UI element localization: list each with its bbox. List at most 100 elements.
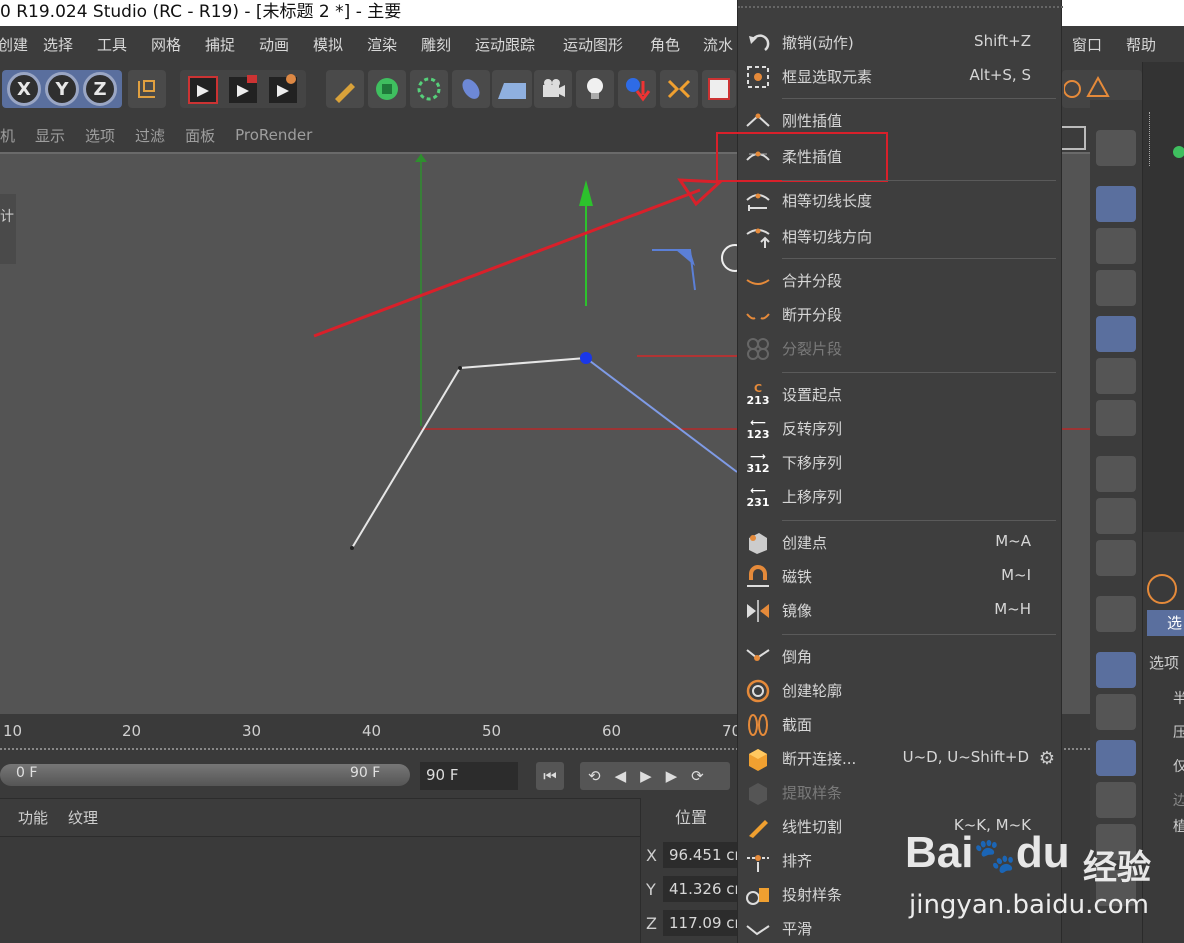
- gizmo-y-arrow-icon[interactable]: [579, 180, 593, 206]
- z-axis-button[interactable]: Z: [83, 72, 117, 106]
- viewport-menu-options[interactable]: 选项: [85, 125, 115, 146]
- light-icon[interactable]: [576, 70, 614, 108]
- menu-item-equal-tangent-direction[interactable]: 相等切线方向: [738, 220, 1063, 254]
- texture-mode-icon[interactable]: [1096, 228, 1136, 264]
- menu-select[interactable]: 选择: [43, 34, 73, 55]
- menu-mesh[interactable]: 网格: [151, 34, 181, 55]
- pen-icon[interactable]: [326, 70, 364, 108]
- snap-icon[interactable]: [1096, 540, 1136, 576]
- menu-item-disconnect[interactable]: 断开连接... U~D, U~Shift+D ⚙: [738, 742, 1063, 776]
- gear-icon[interactable]: ⚙: [1039, 748, 1055, 769]
- spline-point[interactable]: [458, 366, 462, 370]
- x-axis-button[interactable]: X: [7, 72, 41, 106]
- viewport-menu-prorender[interactable]: ProRender: [235, 126, 312, 144]
- end-frame-field[interactable]: 90 F: [420, 762, 518, 790]
- viewport-maximize-icon[interactable]: [1060, 126, 1086, 150]
- coord-x-input[interactable]: 96.451 cm: [663, 842, 741, 868]
- grid-icon[interactable]: [1096, 694, 1136, 730]
- menu-render[interactable]: 渲染: [367, 34, 397, 55]
- deformer-icon[interactable]: [452, 70, 490, 108]
- menu-item-mirror[interactable]: 镜像 M~H: [738, 594, 1063, 628]
- menu-mograph[interactable]: 运动图形: [563, 34, 623, 55]
- menu-texture[interactable]: 纹理: [68, 807, 98, 828]
- render-clapper-icons[interactable]: [183, 71, 303, 107]
- polygons-mode-icon[interactable]: [1096, 400, 1136, 436]
- menu-item-reverse-sequence[interactable]: ⟵ 123 反转序列: [738, 412, 1063, 446]
- spline-point[interactable]: [350, 546, 354, 550]
- menu-function[interactable]: 功能: [18, 807, 48, 828]
- floor-icon[interactable]: [492, 70, 532, 108]
- menu-item-label: 镜像: [782, 602, 813, 620]
- lock-grid-icon[interactable]: [1096, 652, 1136, 688]
- menu-item-undo[interactable]: 撤销(动作) Shift+Z: [738, 26, 1063, 60]
- menu-create[interactable]: 创建: [0, 34, 28, 55]
- menu-item-set-first-point[interactable]: C 213 设置起点: [738, 378, 1063, 412]
- menu-item-create-point[interactable]: 创建点 M~A: [738, 526, 1063, 560]
- menu-simulate[interactable]: 模拟: [313, 34, 343, 55]
- bone-icon[interactable]: [1096, 782, 1136, 818]
- workplane-icon[interactable]: [1096, 270, 1136, 306]
- axis-mode-icon[interactable]: [1096, 456, 1136, 492]
- sphere-mode-icon[interactable]: [1096, 130, 1136, 166]
- object-status-icon[interactable]: [1173, 146, 1184, 158]
- menu-item-break-segment[interactable]: 断开分段: [738, 298, 1063, 332]
- attr-row: 压: [1173, 725, 1184, 741]
- y-axis-button[interactable]: Y: [45, 72, 79, 106]
- menu-item-move-down-sequence[interactable]: ⟶ 312 下移序列: [738, 446, 1063, 480]
- viewport-menu-camera[interactable]: 机: [0, 125, 15, 146]
- menu-snap[interactable]: 捕捉: [205, 34, 235, 55]
- menu-window[interactable]: 窗口: [1072, 34, 1102, 55]
- menu-item-shortcut: Shift+Z: [974, 32, 1031, 50]
- menu-item-shortcut: M~A: [995, 532, 1031, 550]
- coord-z-input[interactable]: 117.09 cm: [663, 910, 741, 936]
- menu-tear-off-handle[interactable]: [738, 0, 1063, 8]
- viewport-menu-display[interactable]: 显示: [35, 125, 65, 146]
- menu-item-equal-tangent-length[interactable]: 相等切线长度: [738, 184, 1063, 218]
- material-icon[interactable]: [618, 70, 656, 108]
- menu-item-shortcut: M~I: [1001, 566, 1031, 584]
- menu-sculpt[interactable]: 雕刻: [421, 34, 451, 55]
- menu-item-join-segment[interactable]: 合并分段: [738, 264, 1063, 298]
- model-mode-icon[interactable]: [1096, 186, 1136, 222]
- frame-range-slider[interactable]: 0 F 90 F: [0, 764, 410, 786]
- magnet-icon[interactable]: [1096, 596, 1136, 632]
- tweak-mode-icon[interactable]: [1096, 498, 1136, 534]
- menu-item-frame-selected[interactable]: 框显选取元素 Alt+S, S: [738, 60, 1063, 94]
- coord-y-input[interactable]: 41.326 cm: [663, 876, 741, 902]
- cube-primitive-icon[interactable]: [368, 70, 406, 108]
- subdivision-icon[interactable]: [410, 70, 448, 108]
- menu-item-label: 磁铁: [782, 568, 813, 586]
- menu-item-shortcut: M~H: [994, 600, 1031, 618]
- spline-selected-point[interactable]: [580, 352, 592, 364]
- gizmo-plane-icon[interactable]: [676, 250, 695, 266]
- menu-character[interactable]: 角色: [650, 34, 680, 55]
- viewport-menu-filter[interactable]: 过滤: [135, 125, 165, 146]
- spline-segment[interactable]: [351, 357, 587, 549]
- menu-tools[interactable]: 工具: [97, 34, 127, 55]
- spline-selected-segment[interactable]: [585, 357, 738, 473]
- attr-cursor-icon[interactable]: [1147, 574, 1177, 604]
- menu-item-cross-section[interactable]: 截面: [738, 708, 1063, 742]
- edges-mode-icon[interactable]: [1096, 358, 1136, 394]
- camera-icon[interactable]: [534, 70, 572, 108]
- points-mode-icon[interactable]: [1096, 316, 1136, 352]
- menu-item-move-up-sequence[interactable]: ⟵ 231 上移序列: [738, 480, 1063, 514]
- menu-animate[interactable]: 动画: [259, 34, 289, 55]
- window-icon[interactable]: [1096, 740, 1136, 776]
- menu-item-chamfer[interactable]: 倒角: [738, 640, 1063, 674]
- menu-pipeline[interactable]: 流水: [703, 34, 733, 55]
- symmetry-icon[interactable]: [660, 70, 698, 108]
- menu-help[interactable]: 帮助: [1126, 34, 1156, 55]
- tick-label: 40: [362, 722, 382, 740]
- go-to-start-icon[interactable]: ⏮: [536, 762, 564, 790]
- menu-item-magnet[interactable]: 磁铁 M~I: [738, 560, 1063, 594]
- viewport-menu-panel[interactable]: 面板: [185, 125, 215, 146]
- menu-motion-tracking[interactable]: 运动跟踪: [475, 34, 535, 55]
- menu-item-create-outline[interactable]: 创建轮廓: [738, 674, 1063, 708]
- attr-tab[interactable]: 选: [1147, 610, 1184, 636]
- coordinate-system-icon[interactable]: [128, 70, 166, 108]
- icon-number: 231: [746, 495, 770, 509]
- axis-lock-group: X Y Z: [2, 70, 122, 108]
- script-icon[interactable]: [702, 70, 736, 108]
- playback-controls[interactable]: ⟲◀▶▶⟳: [580, 762, 730, 790]
